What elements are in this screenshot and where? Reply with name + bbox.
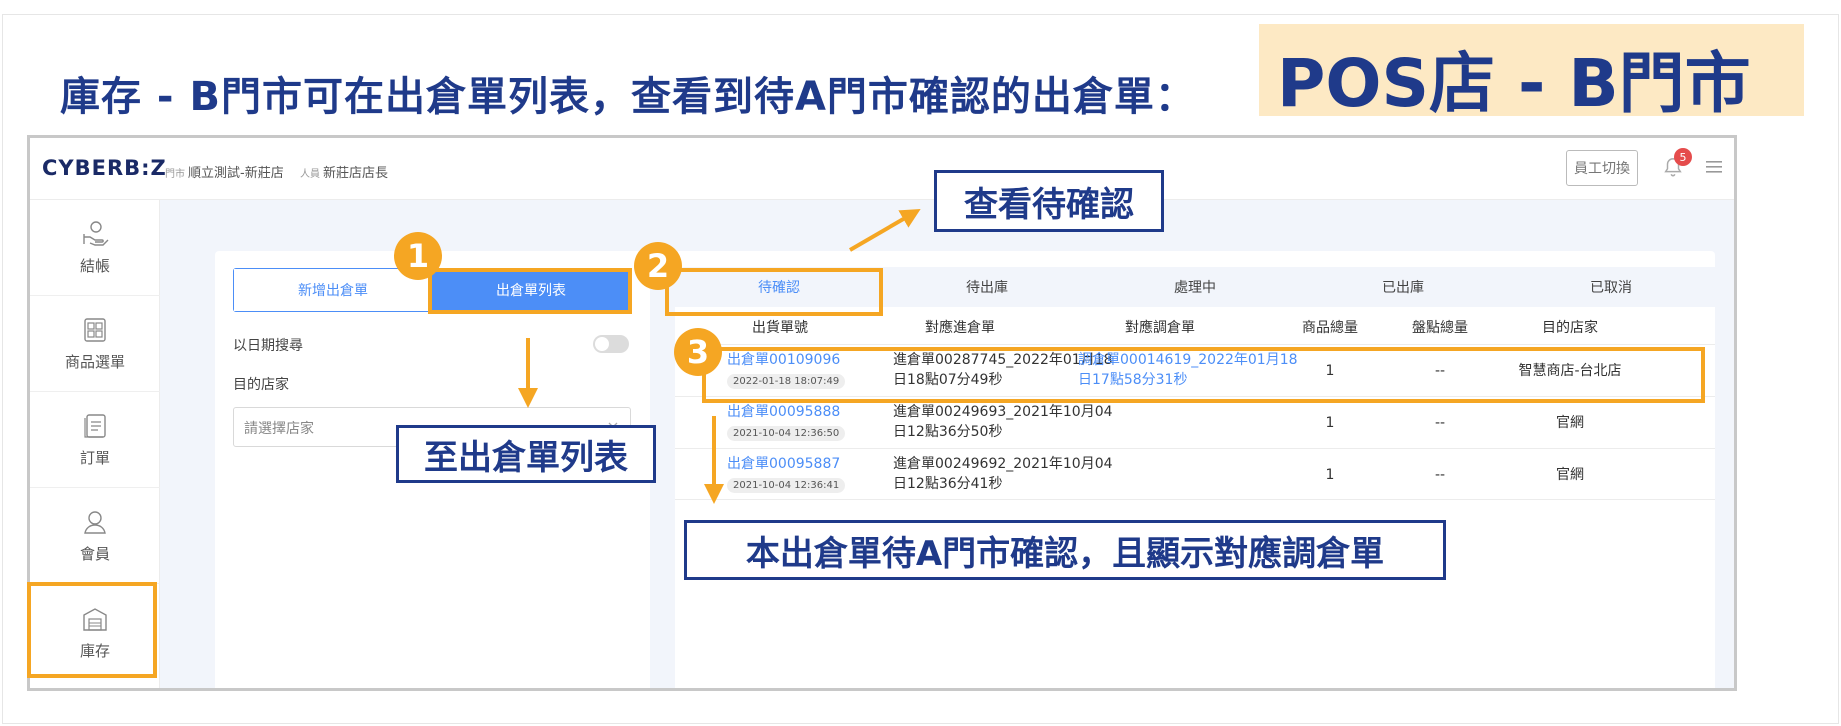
- store-cell: 官網: [1556, 467, 1584, 483]
- sidebar-item-products[interactable]: 商品選單: [30, 296, 160, 392]
- tab-processing[interactable]: 處理中: [1091, 267, 1299, 307]
- column-header: 對應調倉單: [1125, 320, 1195, 336]
- inbound-line-1: 進倉單00249693_2021年10月04: [893, 404, 1113, 420]
- staff-info: 人員 新莊店店長: [300, 162, 388, 181]
- outbound-id-cell: 出倉單00095888 2021-10-04 12:36:50: [727, 402, 846, 442]
- step-2-marker: 2: [634, 242, 682, 290]
- timestamp-badge: 2021-10-04 12:36:50: [727, 426, 846, 441]
- top-bar: CYBERB:Z 門市 順立測試-新莊店 人員 新莊店店長 員工切換 5: [30, 138, 1734, 200]
- highlight-inventory-sidebar: [27, 582, 157, 678]
- qty-cell: 1: [1325, 467, 1335, 483]
- highlight-pending-row: [702, 347, 1705, 403]
- sidebar-item-label: 結帳: [79, 257, 110, 275]
- column-header: 盤點總量: [1412, 320, 1468, 336]
- count-cell: --: [1434, 415, 1446, 431]
- column-header: 對應進倉單: [925, 320, 995, 336]
- callout-pending-note: 本出倉單待A門市確認，且顯示對應調倉單: [684, 520, 1446, 580]
- column-header: 目的店家: [1542, 320, 1598, 336]
- step-1-marker: 1: [394, 232, 442, 280]
- outbound-list-panel: 待確認 待出庫 處理中 已出庫 已取消 出貨單號 對應進倉單 對應調倉單 商品總…: [675, 251, 1715, 688]
- staff-label: 人員: [300, 169, 320, 180]
- tab-pending-ship[interactable]: 待出庫: [883, 267, 1091, 307]
- outbound-id-link[interactable]: 出倉單00095888: [727, 402, 845, 422]
- target-store-placeholder: 請選擇店家: [244, 421, 314, 437]
- count-cell: --: [1434, 467, 1446, 483]
- step-3-marker: 3: [674, 328, 722, 376]
- sidebar-item-label: 商品選單: [64, 353, 125, 371]
- sidebar-item-label: 訂單: [79, 449, 110, 467]
- pos-app-window: CYBERB:Z 門市 順立測試-新莊店 人員 新莊店店長 員工切換 5 結帳 …: [27, 135, 1737, 691]
- inbound-line-2: 日12點36分41秒: [893, 476, 1003, 492]
- slide-heading: 庫存 - B門市可在出倉單列表，查看到待A門市確認的出倉單：: [60, 74, 1196, 120]
- sidebar-item-orders[interactable]: 訂單: [30, 392, 160, 488]
- highlight-outbound-list-button: [428, 268, 632, 314]
- timestamp-badge: 2021-10-04 12:36:41: [727, 478, 846, 493]
- sidebar-item-checkout[interactable]: 結帳: [30, 200, 160, 296]
- new-outbound-button[interactable]: 新增出倉單: [234, 269, 432, 311]
- callout-view-pending: 查看待確認: [934, 170, 1164, 232]
- store-banner-text: POS店 - B門市: [1277, 45, 1751, 122]
- date-search-toggle[interactable]: [593, 335, 629, 353]
- column-header: 商品總量: [1302, 320, 1358, 336]
- column-header: 出貨單號: [752, 320, 808, 336]
- member-user-icon: [84, 511, 106, 534]
- cashier-hand-icon: [83, 221, 109, 246]
- sidebar-item-label: 會員: [79, 545, 110, 563]
- store-value: 順立測試-新莊店: [188, 166, 284, 181]
- store-label: 門市: [165, 169, 185, 180]
- brand-logo: CYBERB:Z: [42, 156, 167, 180]
- inbound-line-1: 進倉單00249692_2021年10月04: [893, 456, 1113, 472]
- switch-staff-button[interactable]: 員工切換: [1566, 150, 1638, 186]
- staff-value: 新莊店店長: [323, 166, 389, 181]
- store-banner: POS店 - B門市: [1259, 24, 1804, 122]
- outbound-id-link[interactable]: 出倉單00095887: [727, 454, 845, 474]
- store-cell: 官網: [1556, 415, 1584, 431]
- tab-shipped[interactable]: 已出庫: [1299, 267, 1507, 307]
- highlight-pending-tab: [665, 268, 883, 316]
- date-search-label: 以日期搜尋: [233, 338, 303, 354]
- tab-cancelled[interactable]: 已取消: [1507, 267, 1715, 307]
- store-info: 門市 順立測試-新莊店: [165, 162, 284, 181]
- inbound-cell: 進倉單00249693_2021年10月04 日12點36分50秒: [893, 402, 1113, 442]
- sidebar-item-members[interactable]: 會員: [30, 488, 160, 584]
- callout-go-to-list: 至出倉單列表: [396, 425, 656, 483]
- notification-badge: 5: [1674, 148, 1692, 166]
- table-row: 出倉單00095888 2021-10-04 12:36:50 進倉單00249…: [675, 396, 1715, 448]
- order-document-icon: [84, 414, 106, 438]
- qty-cell: 1: [1325, 415, 1335, 431]
- inbound-line-2: 日12點36分50秒: [893, 424, 1003, 440]
- inbound-cell: 進倉單00249692_2021年10月04 日12點36分41秒: [893, 454, 1113, 494]
- hamburger-menu-icon[interactable]: [1706, 160, 1722, 174]
- product-grid-icon: [84, 318, 106, 342]
- target-store-label: 目的店家: [233, 377, 289, 393]
- table-row: 出倉單00095887 2021-10-04 12:36:41 進倉單00249…: [675, 448, 1715, 500]
- outbound-id-cell: 出倉單00095887 2021-10-04 12:36:41: [727, 454, 846, 494]
